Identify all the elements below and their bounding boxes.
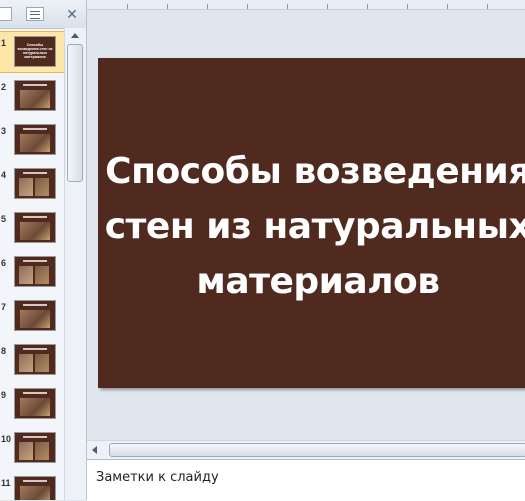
slide-thumbnail-6[interactable]: 6 xyxy=(0,252,64,292)
slide-title[interactable]: Способы возведения стен из натуральных м… xyxy=(98,144,525,309)
slide-preview xyxy=(14,212,56,243)
slide-preview xyxy=(14,80,56,111)
slide-thumbnail-8[interactable]: 8 xyxy=(0,340,64,380)
horizontal-scrollbar[interactable] xyxy=(87,440,525,459)
scrollbar-thumb[interactable] xyxy=(109,443,525,457)
close-icon[interactable]: ✕ xyxy=(66,7,78,21)
slide-thumbnail-list: 1 Способы возведения стен из натуральных… xyxy=(0,28,64,500)
slide-preview-title: Способы возведения стен из натуральных м… xyxy=(17,43,53,59)
slides-pane: ✕ 1 Способы возведения стен из натуральн… xyxy=(0,0,87,500)
tab-outline[interactable] xyxy=(26,7,44,21)
slide-title-line: стен из натуральных xyxy=(104,206,525,247)
slide-editing-area: Способы возведения стен из натуральных м… xyxy=(87,0,525,440)
tab-slides[interactable] xyxy=(0,7,12,21)
slide-thumbnail-4[interactable]: 4 xyxy=(0,164,64,204)
slide-number: 5 xyxy=(1,214,7,224)
slide-title-line: Способы возведения xyxy=(105,151,525,192)
slide-number: 10 xyxy=(1,434,12,444)
slide-number: 6 xyxy=(1,258,7,268)
slide-title-line: материалов xyxy=(196,261,440,302)
slide-preview xyxy=(14,344,56,375)
slide-preview xyxy=(14,388,56,419)
scrollbar-thumb[interactable] xyxy=(67,44,83,182)
slide-canvas[interactable]: Способы возведения стен из натуральных м… xyxy=(98,58,525,388)
pane-tabs: ✕ xyxy=(0,0,86,29)
slide-number: 8 xyxy=(1,346,7,356)
thumbnail-scrollbar[interactable] xyxy=(64,28,86,500)
slide-number: 3 xyxy=(1,126,7,136)
scroll-left-icon[interactable] xyxy=(90,444,102,456)
slide-number: 1 xyxy=(1,38,7,48)
slide-preview xyxy=(14,168,56,199)
slide-preview xyxy=(14,300,56,331)
notes-placeholder: Заметки к слайду xyxy=(96,470,219,485)
slide-preview xyxy=(14,256,56,287)
slide-thumbnail-3[interactable]: 3 xyxy=(0,120,64,160)
slide-thumbnail-2[interactable]: 2 xyxy=(0,76,64,116)
slide-number: 9 xyxy=(1,390,7,400)
slide-thumbnail-10[interactable]: 10 xyxy=(0,428,64,468)
notes-pane[interactable]: Заметки к слайду xyxy=(87,459,525,501)
slide-thumbnail-7[interactable]: 7 xyxy=(0,296,64,336)
slide-number: 11 xyxy=(1,478,11,488)
slide-preview xyxy=(14,432,56,463)
slide-preview xyxy=(14,124,56,155)
slide-thumbnail-1[interactable]: 1 Способы возведения стен из натуральных… xyxy=(0,31,64,73)
slide-preview: Способы возведения стен из натуральных м… xyxy=(14,36,56,67)
slide-thumbnail-11[interactable]: 11 xyxy=(0,472,64,500)
slide-thumbnail-9[interactable]: 9 xyxy=(0,384,64,424)
ruler xyxy=(87,0,525,10)
scroll-up-icon[interactable] xyxy=(67,30,83,42)
slide-thumbnail-5[interactable]: 5 xyxy=(0,208,64,248)
slide-number: 7 xyxy=(1,302,7,312)
slide-number: 4 xyxy=(1,170,7,180)
slide-preview xyxy=(14,476,56,500)
slide-number: 2 xyxy=(1,82,7,92)
